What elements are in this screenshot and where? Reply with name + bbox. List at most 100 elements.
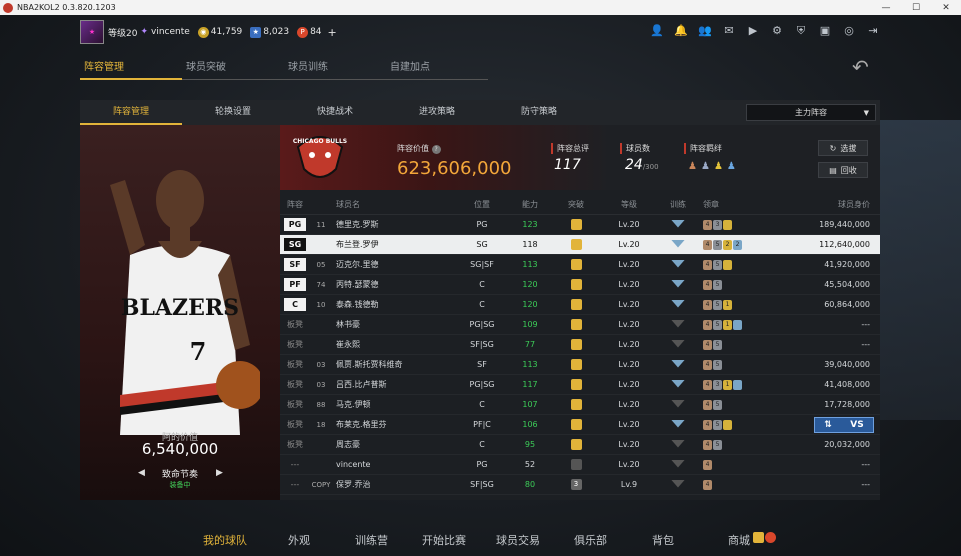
help-icon[interactable]: ? (431, 145, 441, 154)
next-arrow-icon[interactable]: ▶ (216, 468, 223, 478)
lineup-panel: 阵容管理 轮换设置 快捷战术 进攻策略 防守策略 主力阵容 ▼ BLAZERS … (80, 100, 880, 500)
nav-start-game[interactable]: 开始比赛 (422, 532, 466, 548)
table-row[interactable]: 板凳 88 马克.伊顿 C 107 Lv.20 45 17,728,000 (280, 395, 880, 415)
exit-icon[interactable]: ⇥ (866, 24, 880, 38)
table-row[interactable]: --- COPY 保罗.乔治 SF|SG 80 3 Lv.9 4 --- (280, 475, 880, 495)
table-row[interactable]: 板凳 03 吕西.比卢普斯 PG|SG 117 Lv.20 431 41,408… (280, 375, 880, 395)
nav-club[interactable]: 俱乐部 (574, 532, 607, 548)
back-arrow-icon[interactable]: ↶ (852, 55, 869, 79)
table-row[interactable]: --- vincente PG 52 Lv.20 4 --- (280, 455, 880, 475)
slot-badge: PF (284, 278, 306, 291)
headset-icon[interactable]: ◎ (842, 24, 856, 38)
player-value: 112,640,000 (819, 240, 870, 249)
breakthrough-icon (570, 439, 582, 450)
table-row[interactable]: C 10 泰森.钱德勒 C 120 Lv.20 451 60,864,000 (280, 295, 880, 315)
jersey-number: 05 (316, 260, 326, 269)
maximize-button[interactable]: ☐ (901, 0, 931, 15)
table-header: 阵容 球员名 位置 能力 突破 等级 训练 领章 球员身价 (280, 195, 880, 215)
player-count-label: 球员数 (620, 143, 650, 154)
jersey-number: 03 (316, 380, 326, 389)
shield-icon[interactable]: ⛨ (794, 24, 808, 38)
player-position: PG|SG (469, 320, 495, 329)
lineup-value: 623,606,000 (397, 158, 512, 179)
nav-bag[interactable]: 背包 (652, 532, 674, 548)
subtab-lineup[interactable]: 阵容管理 (80, 100, 182, 125)
leader-badges: 45 (697, 359, 767, 370)
tab-player-breakthrough[interactable]: 球员突破 (182, 58, 284, 80)
nav-shop[interactable]: 商城 (728, 532, 750, 548)
subtab-defense[interactable]: 防守策略 (488, 100, 590, 125)
table-row[interactable]: 板凳 18 布莱克.格里芬 PF|C 106 Lv.20 45 ⇅ VS (280, 415, 880, 435)
featured-player-card[interactable]: BLAZERS 7 阿的价值 6,540,000 ◀ 致命节奏 装备中 ▶ (80, 125, 280, 500)
add-currency-button[interactable]: + (328, 26, 337, 39)
bond-icon-4[interactable]: ♟ (727, 161, 736, 172)
tab-custom-points[interactable]: 自建加点 (386, 58, 488, 80)
player-ability: 95 (524, 440, 536, 449)
header-value[interactable]: 球员身价 (767, 199, 880, 210)
table-row[interactable]: 板凳 崔永熙 SF|SG 77 Lv.20 45 --- (280, 335, 880, 355)
header-name[interactable]: 球员名 (332, 199, 457, 210)
bond-icon-1[interactable]: ♟ (688, 161, 697, 172)
player-value: 39,040,000 (824, 360, 870, 369)
select-button[interactable]: ↻ 选拔 (818, 140, 868, 156)
table-row[interactable]: 板凳 03 佩贾.斯托贾科维奇 SF 113 Lv.20 45 39,040,0… (280, 355, 880, 375)
header-level[interactable]: 等级 (599, 199, 659, 210)
header-position[interactable]: 位置 (457, 199, 507, 210)
player-ability: 52 (524, 460, 536, 469)
bond-icon-2[interactable]: ♟ (701, 161, 710, 172)
close-button[interactable]: ✕ (931, 0, 961, 15)
bond-icons: ♟ ♟ ♟ ♟ (688, 161, 736, 172)
leader-badge-icon (723, 419, 732, 430)
breakthrough-count: 3 (570, 479, 582, 490)
player-position: SF|SG (470, 480, 494, 489)
friends-icon[interactable]: 👥 (698, 24, 712, 38)
subtab-offense[interactable]: 进攻策略 (386, 100, 488, 125)
minimize-button[interactable]: — (871, 0, 901, 15)
table-row[interactable]: PG 11 德里克.罗斯 PG 123 Lv.20 43 189,440,000 (280, 215, 880, 235)
currency-ticket: ★ 8,023 (250, 26, 289, 38)
header-breakthrough[interactable]: 突破 (553, 199, 599, 210)
app-icon (3, 2, 13, 13)
subtab-quick-tactics[interactable]: 快捷战术 (284, 100, 386, 125)
table-row[interactable]: SG 布兰登.罗伊 SG 118 Lv.20 4522 112,640,000 (280, 235, 880, 255)
leader-badges: 45 (697, 259, 767, 270)
tab-lineup-management[interactable]: 阵容管理 (80, 58, 182, 80)
player-value: --- (861, 320, 870, 329)
nav-appearance[interactable]: 外观 (288, 532, 310, 548)
lineup-select[interactable]: 主力阵容 ▼ (746, 104, 876, 121)
gear-icon[interactable]: ⚙ (770, 24, 784, 38)
bond-icon-3[interactable]: ♟ (714, 161, 723, 172)
header-slot[interactable]: 阵容 (280, 199, 310, 210)
nav-training-camp[interactable]: 训练营 (355, 532, 388, 548)
header-training[interactable]: 训练 (659, 199, 697, 210)
nav-my-team[interactable]: 我的球队 (203, 532, 247, 548)
wallet-icon[interactable]: ▣ (818, 24, 832, 38)
featured-player-name: 致命节奏 (161, 470, 198, 480)
tab-player-training[interactable]: 球员训练 (284, 58, 386, 80)
player-level: Lv.20 (618, 460, 640, 469)
player-ability: 120 (522, 280, 538, 289)
header-ability[interactable]: 能力 (507, 199, 553, 210)
jersey-number: 74 (316, 280, 326, 289)
leader-badge-icon: 4 (703, 419, 712, 430)
recycle-button[interactable]: ▤ 回收 (818, 162, 868, 178)
video-icon[interactable]: ▶ (746, 24, 760, 38)
avatar[interactable]: ★ (80, 20, 104, 44)
mail-icon[interactable]: ✉ (722, 24, 736, 38)
compare-vs-button[interactable]: ⇅ VS (814, 417, 874, 433)
breakthrough-icon (570, 359, 582, 370)
table-row[interactable]: 板凳 林书豪 PG|SG 109 Lv.20 451 --- (280, 315, 880, 335)
gold-coin-icon: ◉ (197, 26, 209, 38)
training-icon (671, 239, 685, 248)
points-amount: 84 (310, 27, 322, 37)
nav-trade[interactable]: 球员交易 (496, 532, 540, 548)
header-leader[interactable]: 领章 (697, 199, 767, 210)
subtab-rotation[interactable]: 轮换设置 (182, 100, 284, 125)
banner-background (876, 120, 961, 420)
window-title: NBA2KOL2 0.3.820.1203 (17, 3, 116, 12)
profile-icon[interactable]: 👤 (650, 24, 664, 38)
table-row[interactable]: PF 74 丙特.瑟蒙德 C 120 Lv.20 45 45,504,000 (280, 275, 880, 295)
table-row[interactable]: SF 05 迈克尔.里德 SG|SF 113 Lv.20 45 41,920,0… (280, 255, 880, 275)
bell-icon[interactable]: 🔔 (674, 24, 688, 38)
table-row[interactable]: 板凳 周志豪 C 95 Lv.20 45 20,032,000 (280, 435, 880, 455)
